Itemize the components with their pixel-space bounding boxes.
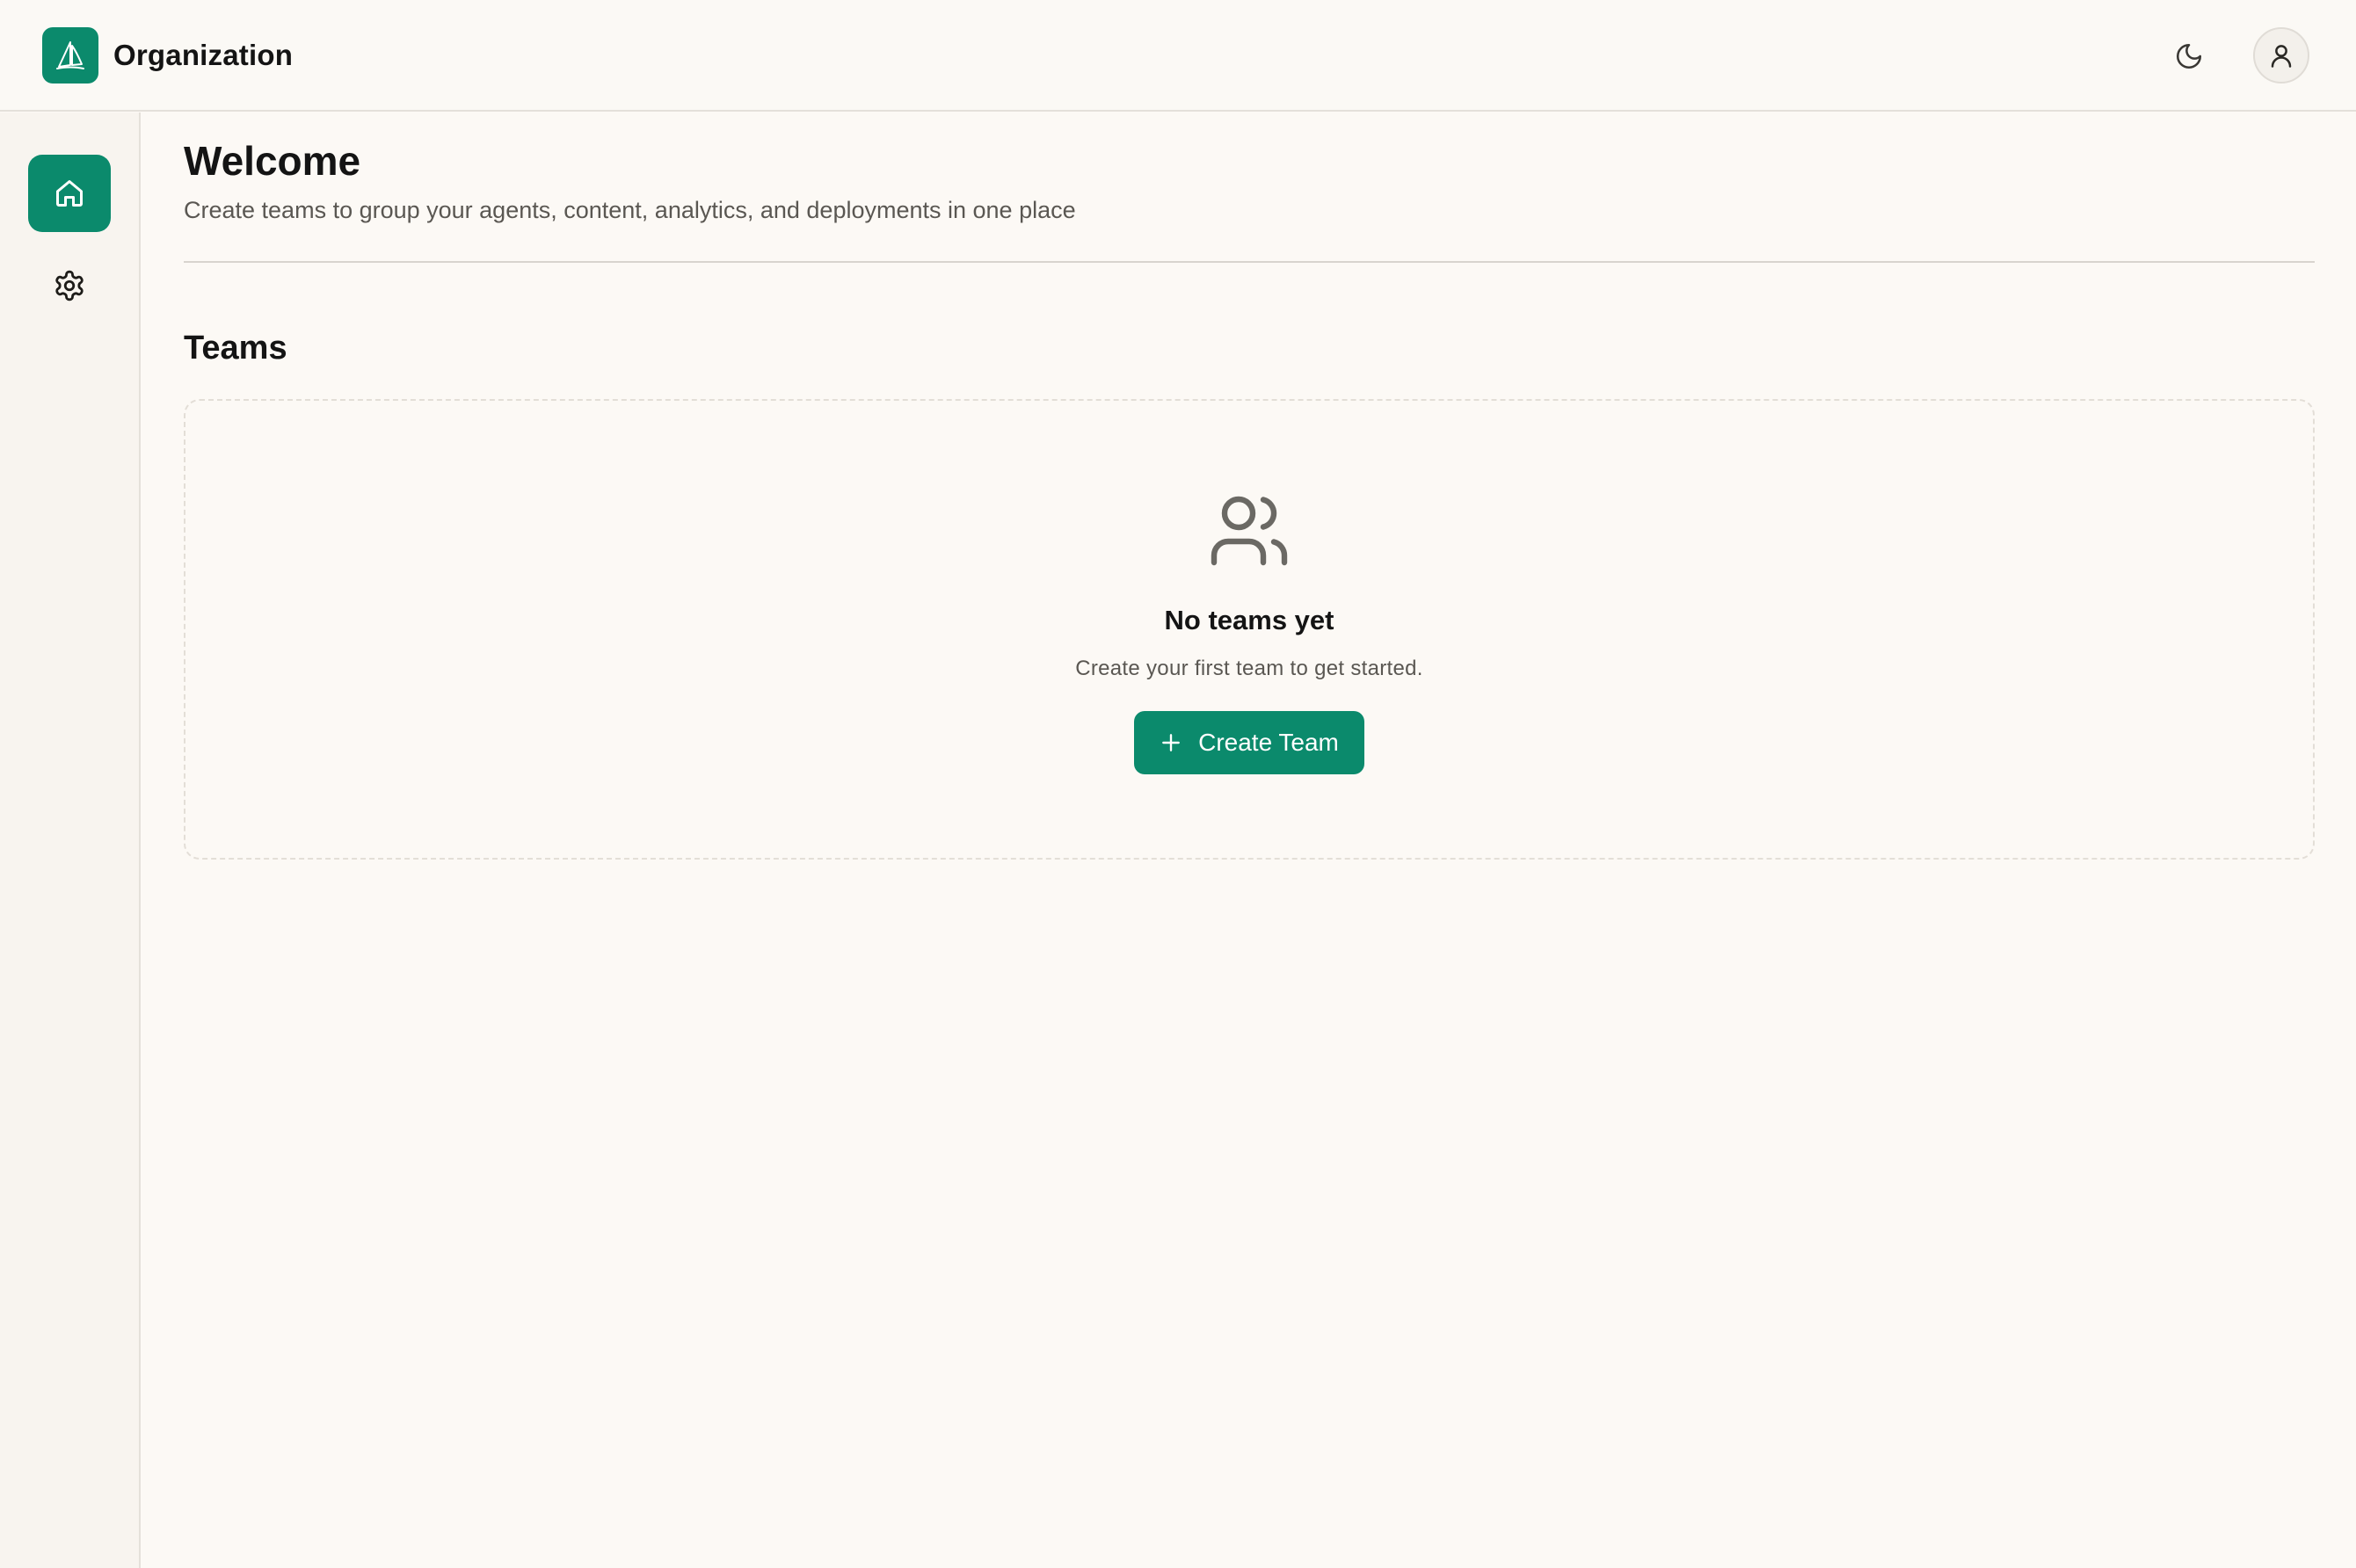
organization-name: Organization — [113, 39, 294, 71]
sidebar — [0, 113, 141, 1568]
sailboat-logo-icon[interactable] — [42, 27, 98, 83]
teams-empty-state: No teams yet Create your first team to g… — [184, 399, 2315, 860]
user-menu-button[interactable] — [2253, 27, 2309, 83]
create-team-button[interactable]: Create Team — [1134, 711, 1364, 774]
sidebar-item-home[interactable] — [28, 155, 111, 232]
plus-icon — [1160, 731, 1182, 754]
empty-state-description: Create your first team to get started. — [1075, 657, 1423, 680]
theme-toggle-button[interactable] — [2168, 35, 2210, 77]
moon-icon — [2176, 43, 2202, 69]
empty-state-title: No teams yet — [1164, 605, 1334, 635]
gear-icon — [55, 270, 84, 301]
users-icon — [1211, 496, 1288, 566]
page-subtitle: Create teams to group your agents, conte… — [184, 197, 1076, 223]
sidebar-item-settings[interactable] — [48, 265, 91, 307]
divider — [184, 261, 2315, 263]
home-icon — [56, 180, 83, 207]
user-icon — [2271, 45, 2292, 68]
page-title: Welcome — [184, 138, 361, 184]
teams-section-title: Teams — [184, 330, 287, 367]
create-team-label: Create Team — [1198, 729, 1339, 756]
top-bar: Organization — [0, 0, 2356, 112]
